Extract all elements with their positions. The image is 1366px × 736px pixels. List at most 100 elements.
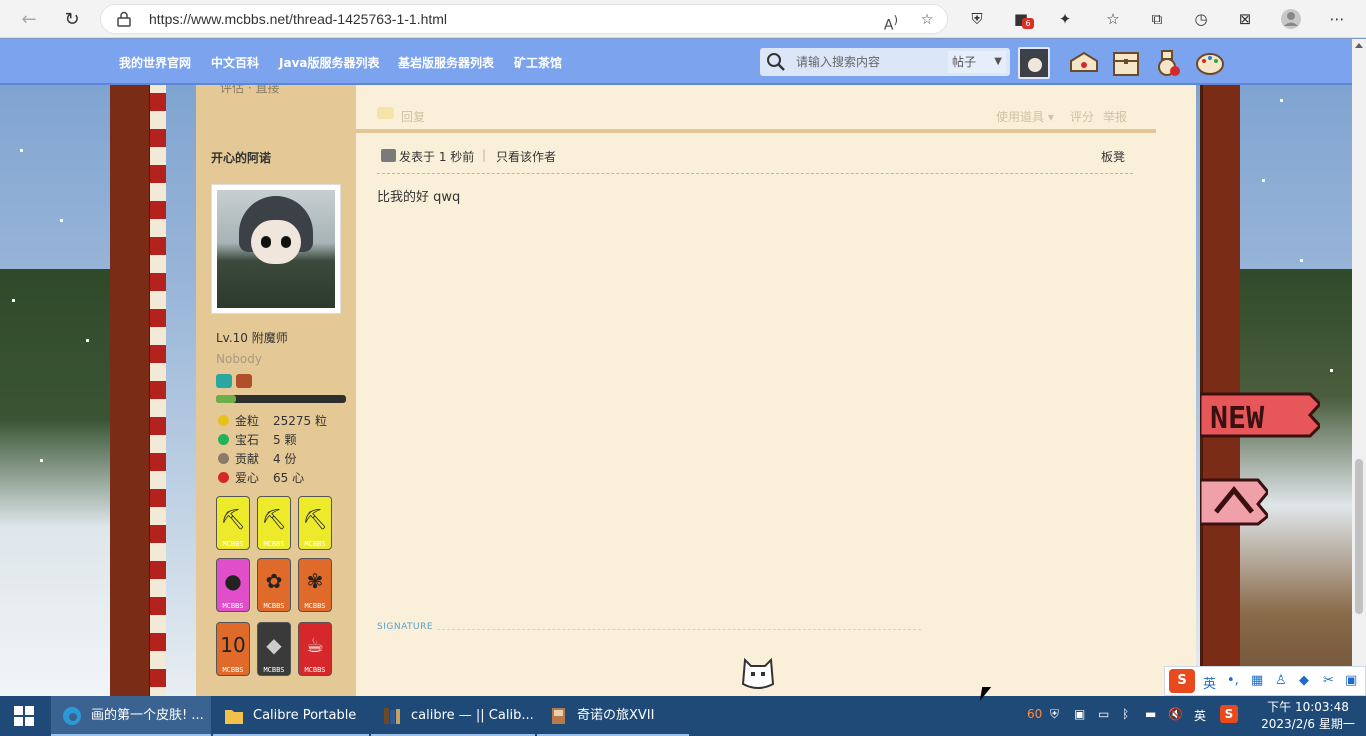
stat-contribution: 贡献 4 份 xyxy=(218,450,296,467)
profile-icon[interactable] xyxy=(1280,8,1302,30)
forum-topbar: 我的世界官网 中文百科 Java版服务器列表 基岩版服务器列表 矿工茶馆 帖子▼ xyxy=(0,39,1352,85)
collections-icon[interactable]: ⧉ xyxy=(1146,8,1168,30)
medal-diamond-pickaxe[interactable]: ⛏ MCBBS xyxy=(298,496,332,550)
medal-leaf[interactable]: ✾ MCBBS xyxy=(298,558,332,612)
search-input[interactable] xyxy=(796,52,936,72)
refresh-icon[interactable]: ↻ xyxy=(59,7,85,31)
frame-rope xyxy=(150,39,166,696)
author-avatar[interactable] xyxy=(211,184,341,314)
taskbar-clock[interactable]: 下午 10:03:48 2023/2/6 星期一 xyxy=(1258,699,1358,733)
lock-icon[interactable] xyxy=(117,11,131,27)
windows-taskbar: 画的第一个皮肤! ... Calibre Portable calibre — … xyxy=(0,696,1366,736)
user-center-icon[interactable]: ♙ xyxy=(1275,673,1287,688)
use-tools-link[interactable]: 使用道具 ▾ xyxy=(996,108,1054,125)
search-type-select[interactable]: 帖子 ▼ xyxy=(948,51,1006,73)
medal-plant[interactable]: ✿ MCBBS xyxy=(257,558,291,612)
snowflake xyxy=(40,459,43,462)
medal-ten[interactable]: 10 MCBBS xyxy=(216,622,250,676)
shield-extension-icon[interactable]: ⛨ xyxy=(966,8,988,30)
scenery-left xyxy=(0,269,112,696)
skin-icon[interactable]: ◆ xyxy=(1299,673,1309,688)
add-favorite-icon[interactable]: ☆ xyxy=(917,10,937,30)
sogou-logo-icon[interactable]: S xyxy=(1169,669,1195,693)
floor-number[interactable]: 板凳 xyxy=(1101,148,1125,165)
battery-icon[interactable]: ▬ xyxy=(1145,707,1156,721)
tray-temperature[interactable]: 60 xyxy=(1027,707,1042,721)
chest-icon[interactable] xyxy=(1110,47,1142,79)
reply-link[interactable]: 回复 xyxy=(401,108,425,125)
medal-pickaxe[interactable]: ⛏ MCBBS xyxy=(257,496,291,550)
frame-right xyxy=(1200,39,1240,696)
gem-icon xyxy=(218,434,229,445)
keyboard-icon[interactable]: ▦ xyxy=(1251,673,1263,688)
author-level[interactable]: Lv.10 附魔师 xyxy=(216,329,288,346)
contribution-icon xyxy=(218,453,229,464)
menu-grid-icon[interactable]: ▣ xyxy=(1345,673,1357,688)
ime-language[interactable]: 英 xyxy=(1203,673,1216,692)
address-bar[interactable]: https://www.mcbbs.net/thread-1425763-1-1… xyxy=(100,4,948,34)
taskbar-item-calibre[interactable]: calibre — || Calib... xyxy=(371,696,535,736)
only-author-link[interactable]: 只看该作者 xyxy=(496,148,556,165)
snowflake xyxy=(86,339,89,342)
post-meta: 发表于 1 秒前 | 只看该作者 板凳 xyxy=(377,148,1133,174)
search-icon[interactable] xyxy=(766,52,786,72)
reply-icon[interactable] xyxy=(377,107,394,119)
nav-minecraft-official[interactable]: 我的世界官网 xyxy=(119,54,191,71)
nav-wiki[interactable]: 中文百科 xyxy=(211,54,259,71)
windows-start-icon[interactable] xyxy=(14,706,34,726)
stat-heart: 爱心 65 心 xyxy=(218,469,304,486)
browser-toolbar: ← ↻ https://www.mcbbs.net/thread-1425763… xyxy=(0,0,1366,38)
potion-icon[interactable] xyxy=(1152,47,1184,79)
calibre-icon xyxy=(384,708,400,724)
taskbar-item-epub[interactable]: 奇诺の旅XVII [EPU... xyxy=(537,696,689,736)
back-to-top-badge[interactable] xyxy=(1200,476,1268,528)
report-link[interactable]: 举报 xyxy=(1103,108,1127,125)
message-icon[interactable] xyxy=(1068,47,1100,79)
nav-miner-teahouse[interactable]: 矿工茶馆 xyxy=(514,54,562,71)
medal-java[interactable]: ☕ MCBBS xyxy=(298,622,332,676)
new-post-badge[interactable]: NEW xyxy=(1200,390,1320,440)
medal-ore[interactable]: ◆ MCBBS xyxy=(257,622,291,676)
clock-date: 2023/2/6 星期一 xyxy=(1261,717,1355,731)
more-menu-icon[interactable]: ⋯ xyxy=(1326,8,1348,30)
palette-icon[interactable] xyxy=(1194,47,1226,79)
scrollbar-thumb[interactable] xyxy=(1355,459,1363,614)
medal-apple[interactable]: ● MCBBS xyxy=(216,558,250,612)
tray-security-icon[interactable]: ⛨ xyxy=(1050,707,1059,722)
user-avatar[interactable] xyxy=(1018,47,1050,79)
taskbar-item-edge[interactable]: 画的第一个皮肤! ... xyxy=(51,696,211,736)
snowflake xyxy=(1330,369,1333,372)
read-aloud-icon[interactable]: A) xyxy=(881,10,901,34)
math-solver-icon[interactable]: ⊠ xyxy=(1234,8,1256,30)
tray-network-icon[interactable]: ▭ xyxy=(1098,707,1109,721)
volume-muted-icon[interactable]: 🔇 xyxy=(1168,707,1183,721)
author-name[interactable]: 开心的阿诺 xyxy=(211,149,271,166)
nav-bedrock-servers[interactable]: 基岩版服务器列表 xyxy=(398,54,494,71)
page-scrollbar[interactable] xyxy=(1352,39,1366,696)
stat-gold: 金粒 25275 粒 xyxy=(218,412,327,429)
tray-app-icon[interactable]: ▣ xyxy=(1074,707,1085,721)
snowflake xyxy=(20,149,23,152)
signature-label: SIGNATURE xyxy=(377,622,438,632)
tray-sogou-icon[interactable]: S xyxy=(1220,705,1238,723)
extensions-puzzle-icon[interactable]: ✦ xyxy=(1054,8,1076,30)
snowflake xyxy=(1280,99,1283,102)
scroll-up-arrow-icon[interactable] xyxy=(1355,43,1363,48)
tray-ime-language[interactable]: 英 xyxy=(1194,707,1206,724)
snowflake xyxy=(1262,179,1265,182)
rate-link[interactable]: 评分 xyxy=(1070,108,1094,125)
extension-badge-icon[interactable]: ■ 6 xyxy=(1010,8,1034,30)
post-content: 比我的好 qwq xyxy=(377,190,461,205)
medal-pickaxe[interactable]: ⛏ MCBBS xyxy=(216,496,250,550)
url-text[interactable]: https://www.mcbbs.net/thread-1425763-1-1… xyxy=(149,11,447,27)
history-icon[interactable]: ◷ xyxy=(1190,8,1212,30)
bluetooth-icon[interactable]: ᛒ xyxy=(1122,707,1129,721)
favorites-icon[interactable]: ☆ xyxy=(1102,8,1124,30)
meta-separator: | xyxy=(482,148,487,162)
punctuation-icon[interactable]: •, xyxy=(1227,673,1239,688)
back-arrow-icon[interactable]: ← xyxy=(16,7,42,31)
nav-java-servers[interactable]: Java版服务器列表 xyxy=(279,54,379,71)
taskbar-item-calibre-portable[interactable]: Calibre Portable xyxy=(213,696,369,736)
tools-icon[interactable]: ✂ xyxy=(1323,673,1334,688)
chevron-down-icon: ▼ xyxy=(994,56,1002,67)
